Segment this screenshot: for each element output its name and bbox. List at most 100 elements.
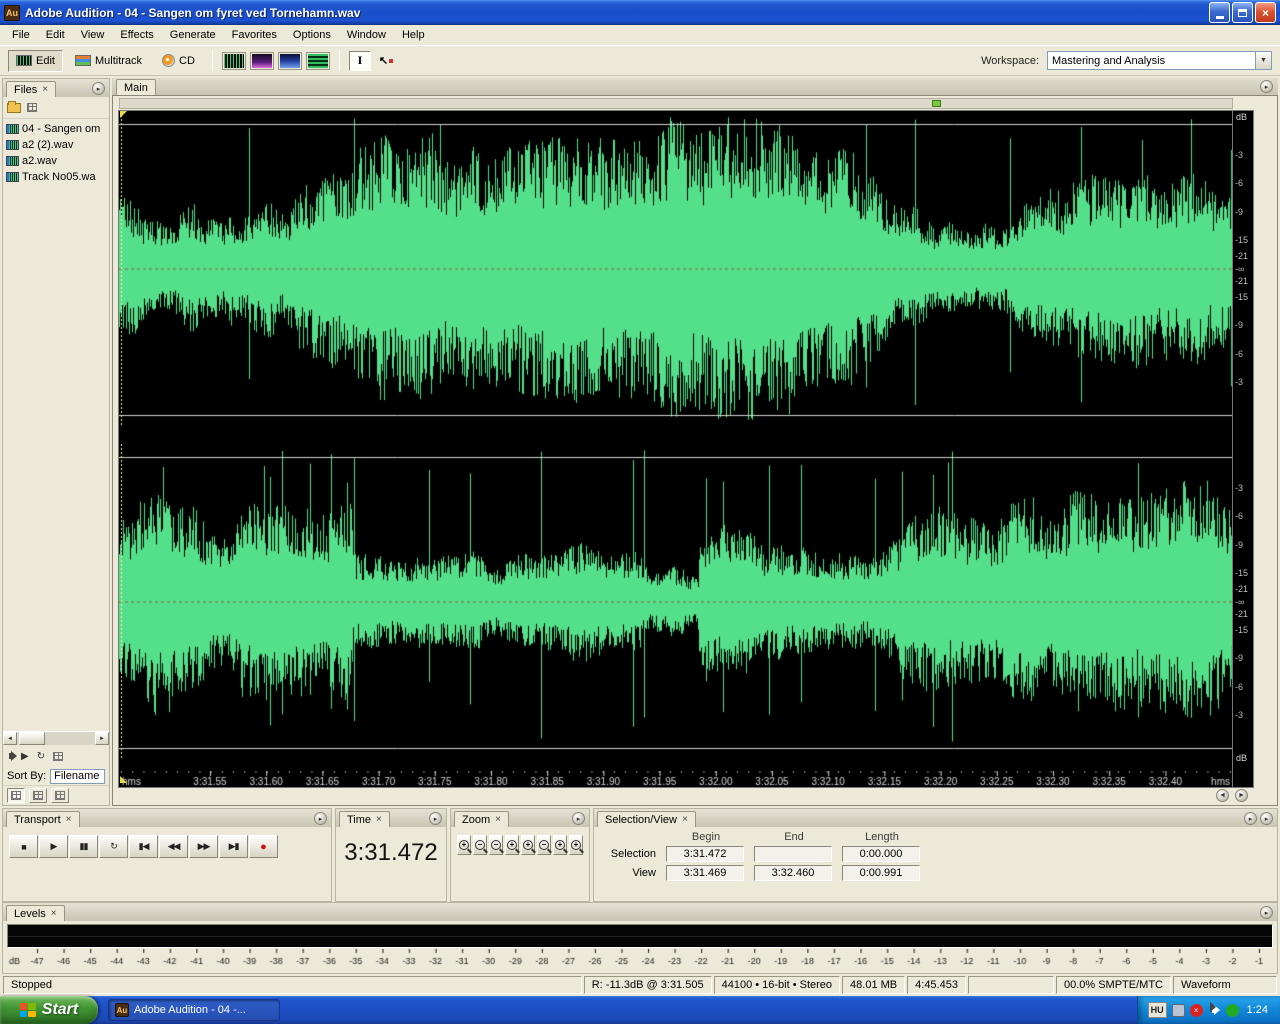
panel-menu-button[interactable]: ▸ xyxy=(1244,812,1257,825)
waveform-left-channel[interactable] xyxy=(119,111,1233,426)
view-begin-field[interactable]: 3:31.469 xyxy=(666,865,744,881)
taskbar-clock[interactable]: 1:24 xyxy=(1247,1004,1268,1016)
messenger-tray-icon[interactable] xyxy=(1225,1003,1239,1017)
selection-length-field[interactable]: 0:00.000 xyxy=(842,846,920,862)
show-effects-button[interactable] xyxy=(29,788,47,803)
time-selection-tool-button[interactable]: I xyxy=(348,50,371,71)
menu-item-favorites[interactable]: Favorites xyxy=(224,26,285,44)
selection-end-field[interactable] xyxy=(754,846,832,862)
selection-begin-field[interactable]: 3:31.472 xyxy=(666,846,744,862)
menu-item-effects[interactable]: Effects xyxy=(112,26,161,44)
display-tray-icon[interactable] xyxy=(1171,1003,1185,1017)
view-scroll-right-button[interactable]: ► xyxy=(1235,788,1248,802)
waveform-display-button[interactable] xyxy=(221,51,246,70)
file-item[interactable]: a2 (2).wav xyxy=(3,137,109,153)
menu-item-window[interactable]: Window xyxy=(339,26,394,44)
preview-loop-button[interactable]: ↻ xyxy=(37,751,45,762)
multitrack-view-button[interactable]: Multitrack xyxy=(66,49,151,72)
show-favorites-button[interactable] xyxy=(51,788,69,803)
view-scroll-left-button[interactable]: ◄ xyxy=(1216,788,1229,802)
import-file-icon[interactable] xyxy=(7,100,21,113)
stop-button[interactable]: ■ xyxy=(9,835,38,858)
preview-play-button[interactable]: ▶ xyxy=(21,751,29,762)
view-length-field[interactable]: 0:00.991 xyxy=(842,865,920,881)
panel-menu-button[interactable]: ▸ xyxy=(92,82,105,95)
close-icon[interactable]: × xyxy=(66,814,72,825)
scrub-tool-button[interactable]: ↖ xyxy=(374,50,397,71)
panel-menu-button[interactable]: ▸ xyxy=(1260,906,1273,919)
panel-menu-button[interactable]: ▸ xyxy=(314,812,327,825)
sort-by-select[interactable]: Filename xyxy=(50,768,105,784)
zoom-out-vertical-button[interactable]: − xyxy=(537,835,551,855)
menu-item-edit[interactable]: Edit xyxy=(38,26,73,44)
files-tab[interactable]: Files × xyxy=(6,81,57,97)
menu-item-help[interactable]: Help xyxy=(394,26,433,44)
menu-item-options[interactable]: Options xyxy=(285,26,339,44)
play-looped-button[interactable]: ↻ xyxy=(99,835,128,858)
zoom-to-selection-button[interactable]: + xyxy=(505,835,519,855)
chevron-down-icon[interactable]: ▼ xyxy=(1255,52,1271,69)
pan-scrollbar-thumb[interactable] xyxy=(931,100,941,107)
preview-options-icon[interactable] xyxy=(53,751,64,761)
volume-tray-icon[interactable] xyxy=(1208,1001,1221,1017)
menu-item-file[interactable]: File xyxy=(4,26,38,44)
files-options-icon[interactable] xyxy=(27,103,37,112)
edit-view-button[interactable]: Edit xyxy=(8,49,63,72)
view-end-field[interactable]: 3:32.460 xyxy=(754,865,832,881)
show-file-types-button[interactable] xyxy=(7,788,25,803)
language-indicator[interactable]: HU xyxy=(1147,1002,1167,1018)
menu-item-generate[interactable]: Generate xyxy=(162,26,224,44)
zoom-out-horizontal-button[interactable]: − xyxy=(473,835,487,855)
zoom-in-vertical-button[interactable]: + xyxy=(521,835,535,855)
start-button[interactable]: Start xyxy=(0,996,98,1024)
waveform-pan-scrollbar[interactable] xyxy=(119,98,1233,109)
waveform-right-channel[interactable] xyxy=(119,444,1233,759)
close-icon[interactable]: × xyxy=(51,908,57,919)
transport-tab[interactable]: Transport × xyxy=(6,811,80,827)
scroll-left-icon[interactable]: ◄ xyxy=(3,732,17,745)
restore-button[interactable] xyxy=(1232,2,1253,23)
spectral-phase-display-button[interactable] xyxy=(305,51,330,70)
rewind-button[interactable]: ◀◀ xyxy=(159,835,188,858)
amplitude-scale[interactable]: dB dB -3 -6 -9 -15 -21 -∞ -21 -15 -9 -6 -3 -3 -6 -9 -1… xyxy=(1233,111,1253,787)
zoom-out-full-button[interactable]: − xyxy=(489,835,503,855)
title-bar[interactable]: Au Adobe Audition - 04 - Sangen om fyret… xyxy=(0,0,1280,25)
security-alert-tray-icon[interactable]: × xyxy=(1189,1003,1203,1017)
play-button[interactable]: ▶ xyxy=(39,835,68,858)
spectral-frequency-display-button[interactable] xyxy=(249,51,274,70)
go-to-beginning-button[interactable]: ▮◀ xyxy=(129,835,158,858)
selection-marker-bottom[interactable] xyxy=(120,776,127,783)
main-tab[interactable]: Main xyxy=(116,79,156,95)
file-item[interactable]: 04 - Sangen om xyxy=(3,121,109,137)
file-item[interactable]: a2.wav xyxy=(3,153,109,169)
levels-tab[interactable]: Levels × xyxy=(6,905,65,921)
cd-view-button[interactable]: CD xyxy=(154,49,203,72)
files-horizontal-scrollbar[interactable]: ◄ ► xyxy=(3,731,109,745)
selection-view-tab[interactable]: Selection/View × xyxy=(597,811,696,827)
fast-forward-button[interactable]: ▶▶ xyxy=(189,835,218,858)
file-item[interactable]: Track No05.wa xyxy=(3,169,109,185)
pause-button[interactable]: ▮▮ xyxy=(69,835,98,858)
zoom-tab[interactable]: Zoom × xyxy=(454,811,509,827)
timeline-ruler[interactable] xyxy=(119,771,1233,787)
selection-marker-top[interactable] xyxy=(120,111,127,118)
panel-menu-button[interactable]: ▸ xyxy=(429,812,442,825)
record-button[interactable]: ● xyxy=(249,835,278,858)
time-tab[interactable]: Time × xyxy=(339,811,390,827)
close-icon[interactable]: × xyxy=(495,814,501,825)
preview-volume-icon[interactable] xyxy=(9,751,17,761)
scrollbar-thumb[interactable] xyxy=(19,732,45,745)
spectral-pan-display-button[interactable] xyxy=(277,51,302,70)
zoom-right-edge-button[interactable]: + xyxy=(569,835,583,855)
panel-maximize-button[interactable]: ▸ xyxy=(1260,812,1273,825)
go-to-end-button[interactable]: ▶▮ xyxy=(219,835,248,858)
minimize-button[interactable] xyxy=(1209,2,1230,23)
workspace-select[interactable]: Mastering and Analysis ▼ xyxy=(1047,51,1272,70)
scrollbar-track[interactable] xyxy=(17,732,95,745)
menu-item-view[interactable]: View xyxy=(73,26,113,44)
close-button[interactable]: × xyxy=(1255,2,1276,23)
panel-menu-button[interactable]: ▸ xyxy=(1260,80,1273,93)
zoom-in-horizontal-button[interactable]: + xyxy=(457,835,471,855)
close-icon[interactable]: × xyxy=(682,814,688,825)
zoom-left-edge-button[interactable]: + xyxy=(553,835,567,855)
